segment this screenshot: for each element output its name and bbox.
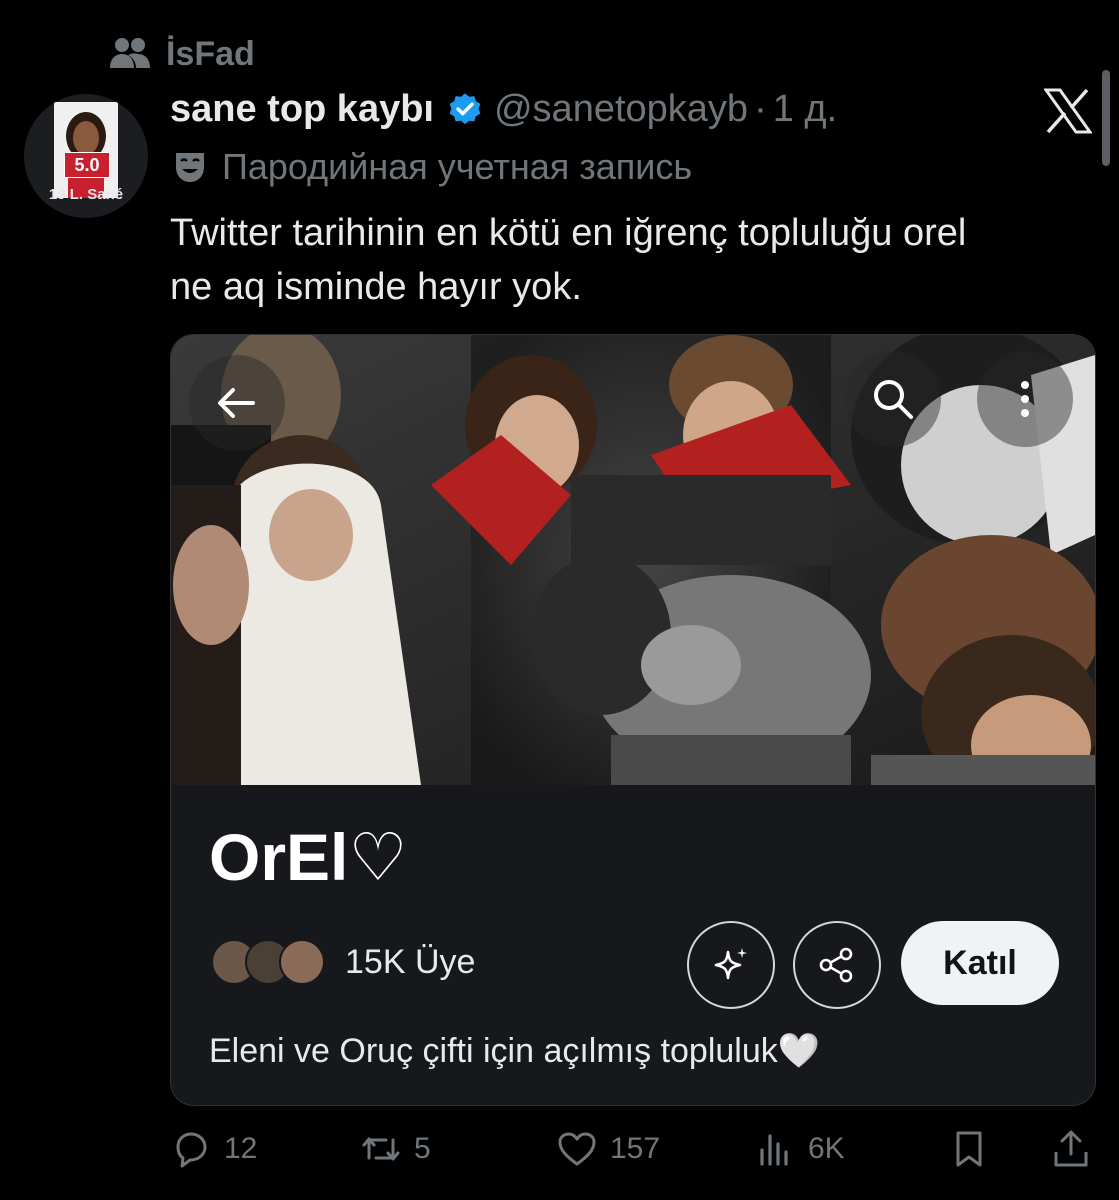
tweet-page: İsFad 5.0 19 L. Sané sane top kaybı @san… — [0, 0, 1119, 1200]
community-description: Eleni ve Oruç çifti için açılmış toplulu… — [209, 1032, 821, 1070]
scrollbar[interactable] — [1102, 70, 1110, 166]
theater-mask-icon — [176, 153, 204, 182]
search-icon — [874, 380, 913, 419]
views-count: 6K — [808, 1132, 845, 1165]
bookmark-button[interactable] — [948, 1128, 990, 1170]
tweet-text-line: Twitter tarihinin en kötü en iğrenç topl… — [170, 212, 967, 254]
display-name[interactable]: sane top kaybı — [170, 88, 434, 131]
tweet-text-line: ne aq isminde hayır yok. — [170, 266, 582, 308]
social-context-label: İsFad — [166, 34, 255, 73]
separator-dot: · — [754, 88, 767, 130]
share-community-button[interactable] — [793, 921, 881, 1009]
repost-icon — [362, 1137, 400, 1161]
views-button[interactable]: 6K — [754, 1128, 845, 1170]
share-button[interactable] — [1050, 1128, 1092, 1170]
community-name: OrEl♡ — [209, 820, 408, 894]
timestamp[interactable]: 1 д. — [773, 88, 837, 131]
like-count: 157 — [610, 1132, 661, 1165]
back-button[interactable] — [189, 355, 285, 451]
player-card-image — [54, 102, 118, 198]
avatar[interactable]: 5.0 19 L. Sané — [24, 94, 148, 218]
reply-button[interactable]: 12 — [170, 1128, 257, 1170]
tweet-action-bar: 12 5 157 6K — [170, 1128, 1100, 1176]
views-icon — [760, 1134, 788, 1166]
join-button[interactable]: Katıl — [901, 921, 1059, 1005]
avatar-rating: 5.0 — [64, 152, 110, 178]
reply-count: 12 — [224, 1132, 258, 1165]
community-members[interactable]: 15K Üye — [211, 939, 475, 985]
search-button[interactable] — [845, 351, 941, 447]
x-logo-icon[interactable] — [1044, 88, 1092, 134]
share-icon — [819, 947, 853, 983]
repost-count: 5 — [414, 1132, 431, 1165]
tweet-text: Twitter tarihinin en kötü en iğrenç topl… — [170, 206, 1090, 314]
upload-share-icon — [1054, 1130, 1088, 1167]
handle[interactable]: @sanetopkayb — [494, 88, 748, 131]
more-vertical-icon — [1021, 381, 1029, 417]
repost-button[interactable]: 5 — [360, 1128, 431, 1170]
tweet-header: sane top kaybı @sanetopkayb · 1 д. — [170, 88, 837, 131]
bookmark-icon — [956, 1131, 982, 1167]
avatar-card-name: 19 L. Sané — [48, 186, 124, 203]
verified-badge-icon — [449, 92, 481, 124]
parody-label: Пародийная учетная запись — [172, 146, 692, 188]
heart-icon — [558, 1132, 596, 1166]
members-count: 15K Üye — [345, 942, 476, 981]
like-button[interactable]: 157 — [556, 1128, 660, 1170]
back-arrow-icon — [218, 388, 255, 418]
sparkle-icon — [714, 948, 747, 980]
member-avatars — [211, 939, 325, 985]
community-banner-image — [171, 335, 1095, 785]
social-context[interactable]: İsFad — [108, 34, 255, 74]
reply-icon — [176, 1132, 207, 1168]
sparkle-button[interactable] — [687, 921, 775, 1009]
parody-label-text: Пародийная учетная запись — [222, 146, 693, 187]
people-icon — [110, 38, 150, 68]
more-button[interactable] — [977, 351, 1073, 447]
member-avatar — [279, 939, 325, 985]
community-card[interactable]: OrEl♡ 15K Üye Katıl Eleni ve Oruç çifti … — [170, 334, 1096, 1106]
